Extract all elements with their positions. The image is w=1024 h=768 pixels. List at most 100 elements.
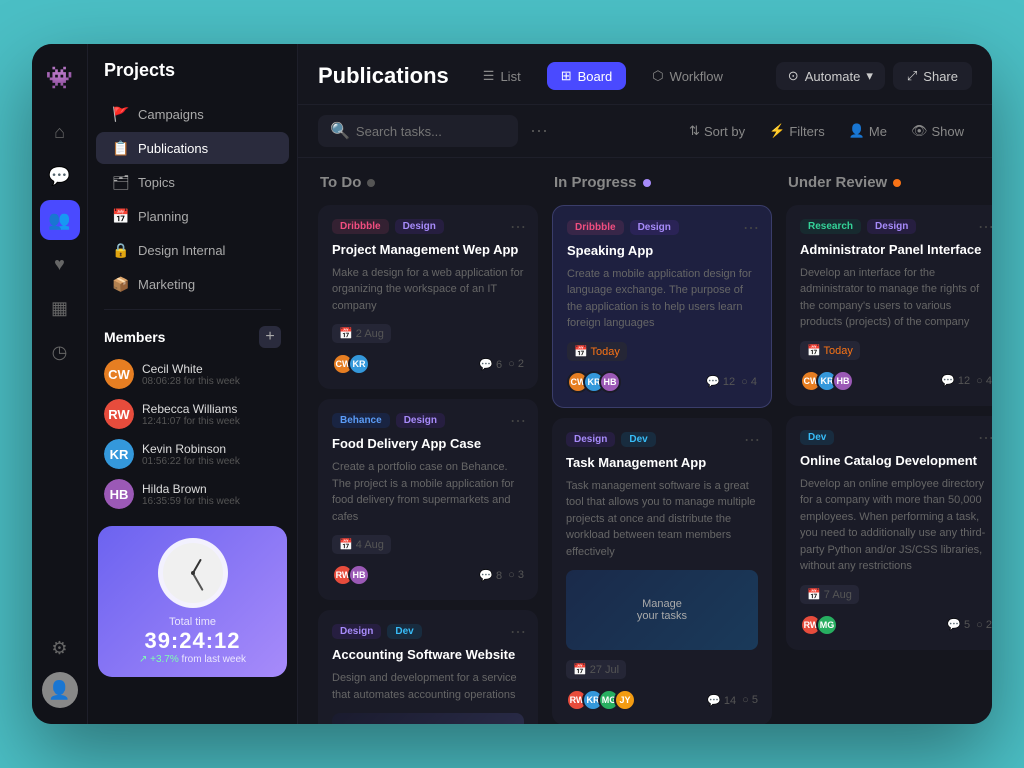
column-header-under-review: Under Review (786, 174, 992, 191)
sidebar-item-label: Design Internal (138, 243, 249, 258)
card-more-icon[interactable]: ⋯ (744, 430, 760, 450)
filters-button[interactable]: ⚡ Filters (761, 118, 833, 144)
card-desc: Create a mobile application design for l… (567, 266, 757, 332)
settings-nav-icon[interactable]: ⚙ (40, 628, 80, 668)
tab-board[interactable]: ⊞ Board (547, 62, 627, 90)
card-comments: 💬 6 (479, 358, 502, 371)
tab-workflow[interactable]: ⬡ Workflow (638, 62, 737, 90)
card-online-catalog[interactable]: ⋯ Dev Online Catalog Development Develop… (786, 416, 992, 650)
main-header: Publications ☰ List ⊞ Board ⬡ Workflow ⊙… (298, 44, 992, 105)
toolbar-more-icon[interactable]: ⋯ (530, 121, 548, 142)
members-title: Members (104, 329, 165, 345)
member-info: Cecil White 08:06:28 for this week (142, 362, 281, 387)
column-todo: To Do ⋯ Dribbble Design Project Manageme… (318, 174, 538, 708)
time-card: Total time 39:24:12 ↗ +3.7% from last we… (98, 526, 287, 677)
card-more-icon[interactable]: ⋯ (743, 218, 759, 238)
card-tags: Dribbble Design (567, 220, 757, 235)
show-icon: 👁 (911, 123, 928, 139)
card-footer: CW KR 💬 6 ○ 2 (332, 353, 524, 375)
card-title: Project Management Wep App (332, 242, 524, 259)
tag-research: Research (800, 219, 861, 234)
card-date-today: 📅 Today (567, 342, 627, 361)
tab-list-label: List (500, 69, 520, 84)
tab-list[interactable]: ☰ List (469, 62, 535, 90)
member-name: Kevin Robinson (142, 442, 281, 456)
card-date-badge: 📅 7 Aug (800, 585, 859, 604)
card-avatar: MG (816, 614, 838, 636)
sidebar-item-planning[interactable]: 📅 Planning ··· (96, 200, 289, 232)
marketing-icon: 📦 (112, 276, 130, 293)
card-food-delivery[interactable]: ⋯ Behance Design Food Delivery App Case … (318, 399, 538, 600)
campaigns-icon: 🚩 (112, 106, 130, 123)
card-project-management[interactable]: ⋯ Dribbble Design Project Management Wep… (318, 205, 538, 389)
card-footer: CW KR HB 💬 12 ○ 4 (567, 371, 757, 393)
card-desc: Create a portfolio case on Behance. The … (332, 459, 524, 525)
people-nav-icon[interactable]: 👥 (40, 200, 80, 240)
card-more-icon[interactable]: ⋯ (978, 428, 992, 448)
page-title: Publications (318, 63, 449, 89)
total-time-value: 39:24:12 (110, 628, 275, 654)
me-button[interactable]: 👤 Me (841, 118, 895, 144)
tag-design: Design (630, 220, 679, 235)
tag-design: Design (566, 432, 615, 447)
sidebar-item-marketing[interactable]: 📦 Marketing ··· (96, 268, 289, 300)
chart-nav-icon[interactable]: ▦ (40, 288, 80, 328)
sidebar-item-campaigns[interactable]: 🚩 Campaigns ··· (96, 98, 289, 130)
automate-button[interactable]: ⊙ Automate ▾ (776, 62, 885, 90)
search-input[interactable] (356, 124, 506, 139)
column-title-under-review: Under Review (788, 174, 887, 191)
clock-center-dot (191, 571, 195, 575)
automate-icon: ⊙ (788, 68, 799, 84)
member-avatar: CW (104, 359, 134, 389)
card-more-icon[interactable]: ⋯ (978, 217, 992, 237)
share-button[interactable]: ⤢ Share (893, 62, 972, 90)
card-desc: Develop an online employee directory for… (800, 476, 992, 575)
card-more-icon[interactable]: ⋯ (510, 217, 526, 237)
card-more-icon[interactable]: ⋯ (510, 411, 526, 431)
show-button[interactable]: 👁 Show (903, 118, 972, 144)
card-avatar: KR (348, 353, 370, 375)
card-more-icon[interactable]: ⋯ (510, 622, 526, 642)
member-item[interactable]: CW Cecil White 08:06:28 for this week (88, 354, 297, 394)
clock-minute-hand (192, 573, 203, 591)
clock-nav-icon[interactable]: ◷ (40, 332, 80, 372)
home-nav-icon[interactable]: ⌂ (40, 112, 80, 152)
member-item[interactable]: HB Hilda Brown 16:35:59 for this week (88, 474, 297, 514)
card-desc: Task management software is a great tool… (566, 478, 758, 561)
card-accounting-software[interactable]: ⋯ Design Dev Accounting Software Website… (318, 610, 538, 724)
share-icon: ⤢ (907, 68, 917, 84)
sidebar-item-design-internal[interactable]: 🔒 Design Internal ··· (96, 234, 289, 266)
card-speaking-app[interactable]: ⋯ Dribbble Design Speaking App Create a … (552, 205, 772, 408)
app-container: 👾 ⌂ 💬 👥 ♥ ▦ ◷ ⚙ 👤 Projects 🚩 Campaigns ·… (32, 44, 992, 724)
member-item[interactable]: RW Rebecca Williams 12:41:07 for this we… (88, 394, 297, 434)
member-item[interactable]: KR Kevin Robinson 01:56:22 for this week (88, 434, 297, 474)
card-avatars: RW MG (800, 614, 838, 636)
card-date-badge: 📅 4 Aug (332, 535, 391, 554)
sidebar-item-label: Topics (138, 175, 249, 190)
member-time: 08:06:28 for this week (142, 376, 281, 387)
card-desc: Design and development for a service tha… (332, 670, 524, 703)
card-title: Accounting Software Website (332, 647, 524, 664)
card-tasks: ○ 5 (742, 694, 758, 706)
member-name: Cecil White (142, 362, 281, 376)
chat-nav-icon[interactable]: 💬 (40, 156, 80, 196)
workflow-icon: ⬡ (652, 68, 663, 84)
card-tags: Design Dev (332, 624, 524, 639)
search-box[interactable]: 🔍 (318, 115, 518, 147)
sidebar-item-topics[interactable]: 🗂 Topics ··· (96, 166, 289, 198)
main-content: Publications ☰ List ⊞ Board ⬡ Workflow ⊙… (298, 44, 992, 724)
card-title: Task Management App (566, 455, 758, 472)
card-footer: RW MG 💬 5 ○ 2 (800, 614, 992, 636)
card-task-management[interactable]: ⋯ Design Dev Task Management App Task ma… (552, 418, 772, 724)
sort-by-button[interactable]: ⇅ Sort by (681, 118, 753, 144)
card-admin-panel[interactable]: ⋯ Research Design Administrator Panel In… (786, 205, 992, 406)
sidebar-item-publications[interactable]: 📋 Publications ··· (96, 132, 289, 164)
publications-icon: 📋 (112, 140, 130, 157)
add-member-button[interactable]: + (259, 326, 281, 348)
user-avatar[interactable]: 👤 (42, 672, 78, 708)
tag-behance: Behance (332, 413, 390, 428)
members-header: Members + (88, 318, 297, 354)
show-label: Show (931, 124, 964, 139)
heart-nav-icon[interactable]: ♥ (40, 244, 80, 284)
me-avatar-icon: 👤 (849, 123, 865, 139)
